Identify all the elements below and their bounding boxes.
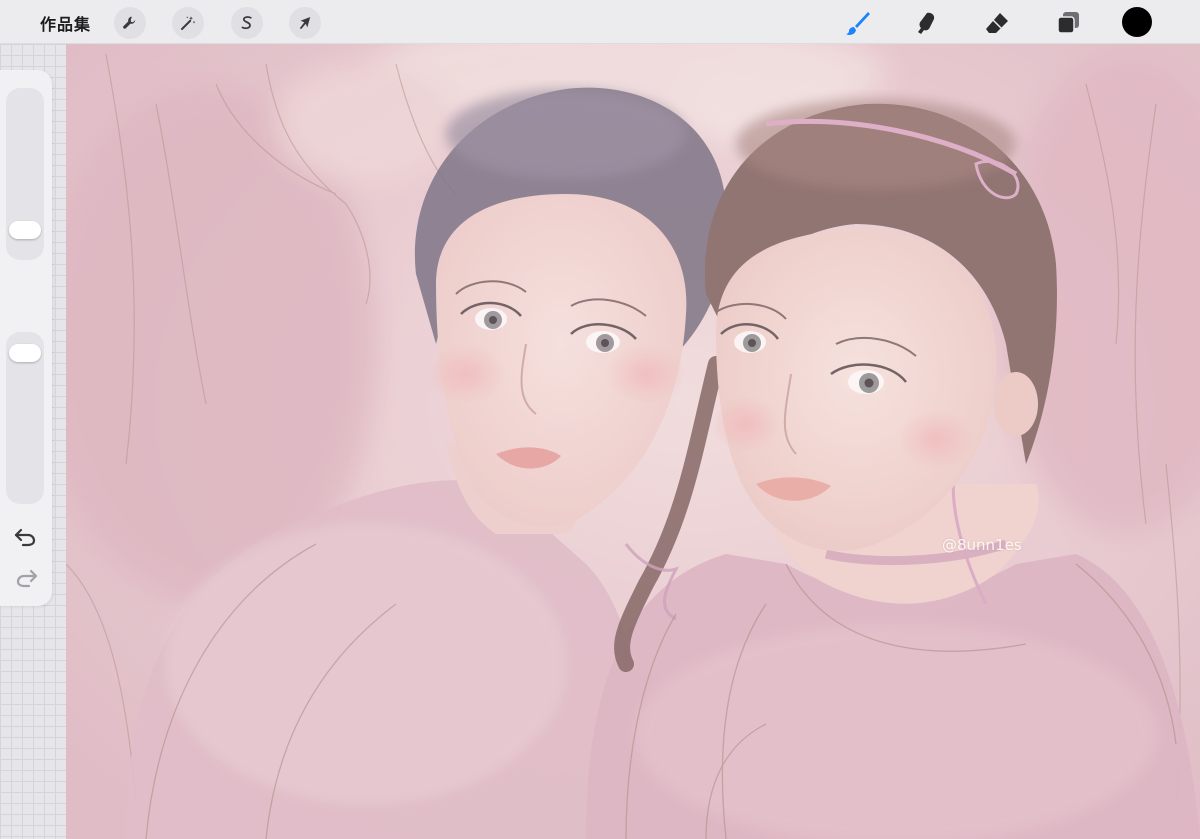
magic-wand-icon — [181, 16, 196, 30]
layers-icon — [1057, 12, 1079, 34]
eraser-icon — [986, 13, 1008, 33]
transform-button[interactable] — [289, 7, 321, 39]
eraser-button[interactable] — [980, 6, 1014, 40]
opacity-slider[interactable] — [6, 332, 44, 504]
gallery-button[interactable]: 作品集 — [40, 11, 91, 35]
brush-size-thumb[interactable] — [9, 221, 41, 240]
sidebar — [0, 70, 52, 606]
redo-icon — [16, 569, 38, 588]
brush-size-slider[interactable] — [6, 88, 44, 260]
top-toolbar: 作品集 — [0, 0, 1200, 44]
layers-button[interactable] — [1051, 6, 1085, 40]
opacity-thumb[interactable] — [9, 343, 41, 362]
arrow-cursor-icon — [299, 17, 311, 29]
redo-button[interactable] — [13, 567, 39, 589]
artist-watermark: @8unn1es — [942, 536, 1022, 554]
brush-button[interactable] — [841, 6, 875, 40]
smudge-icon — [918, 12, 935, 34]
adjustments-button[interactable] — [172, 7, 204, 39]
artwork-illustration — [66, 44, 1200, 839]
drawing-canvas[interactable]: @8unn1es — [66, 44, 1200, 839]
wrench-icon — [123, 16, 136, 29]
selection-button[interactable] — [231, 7, 263, 39]
actions-button[interactable] — [114, 7, 146, 39]
undo-icon — [14, 528, 36, 547]
undo-button[interactable] — [13, 526, 39, 548]
selection-s-icon — [241, 16, 252, 30]
brush-icon — [846, 12, 870, 35]
smudge-button[interactable] — [909, 6, 943, 40]
color-picker-button[interactable] — [1122, 7, 1152, 37]
